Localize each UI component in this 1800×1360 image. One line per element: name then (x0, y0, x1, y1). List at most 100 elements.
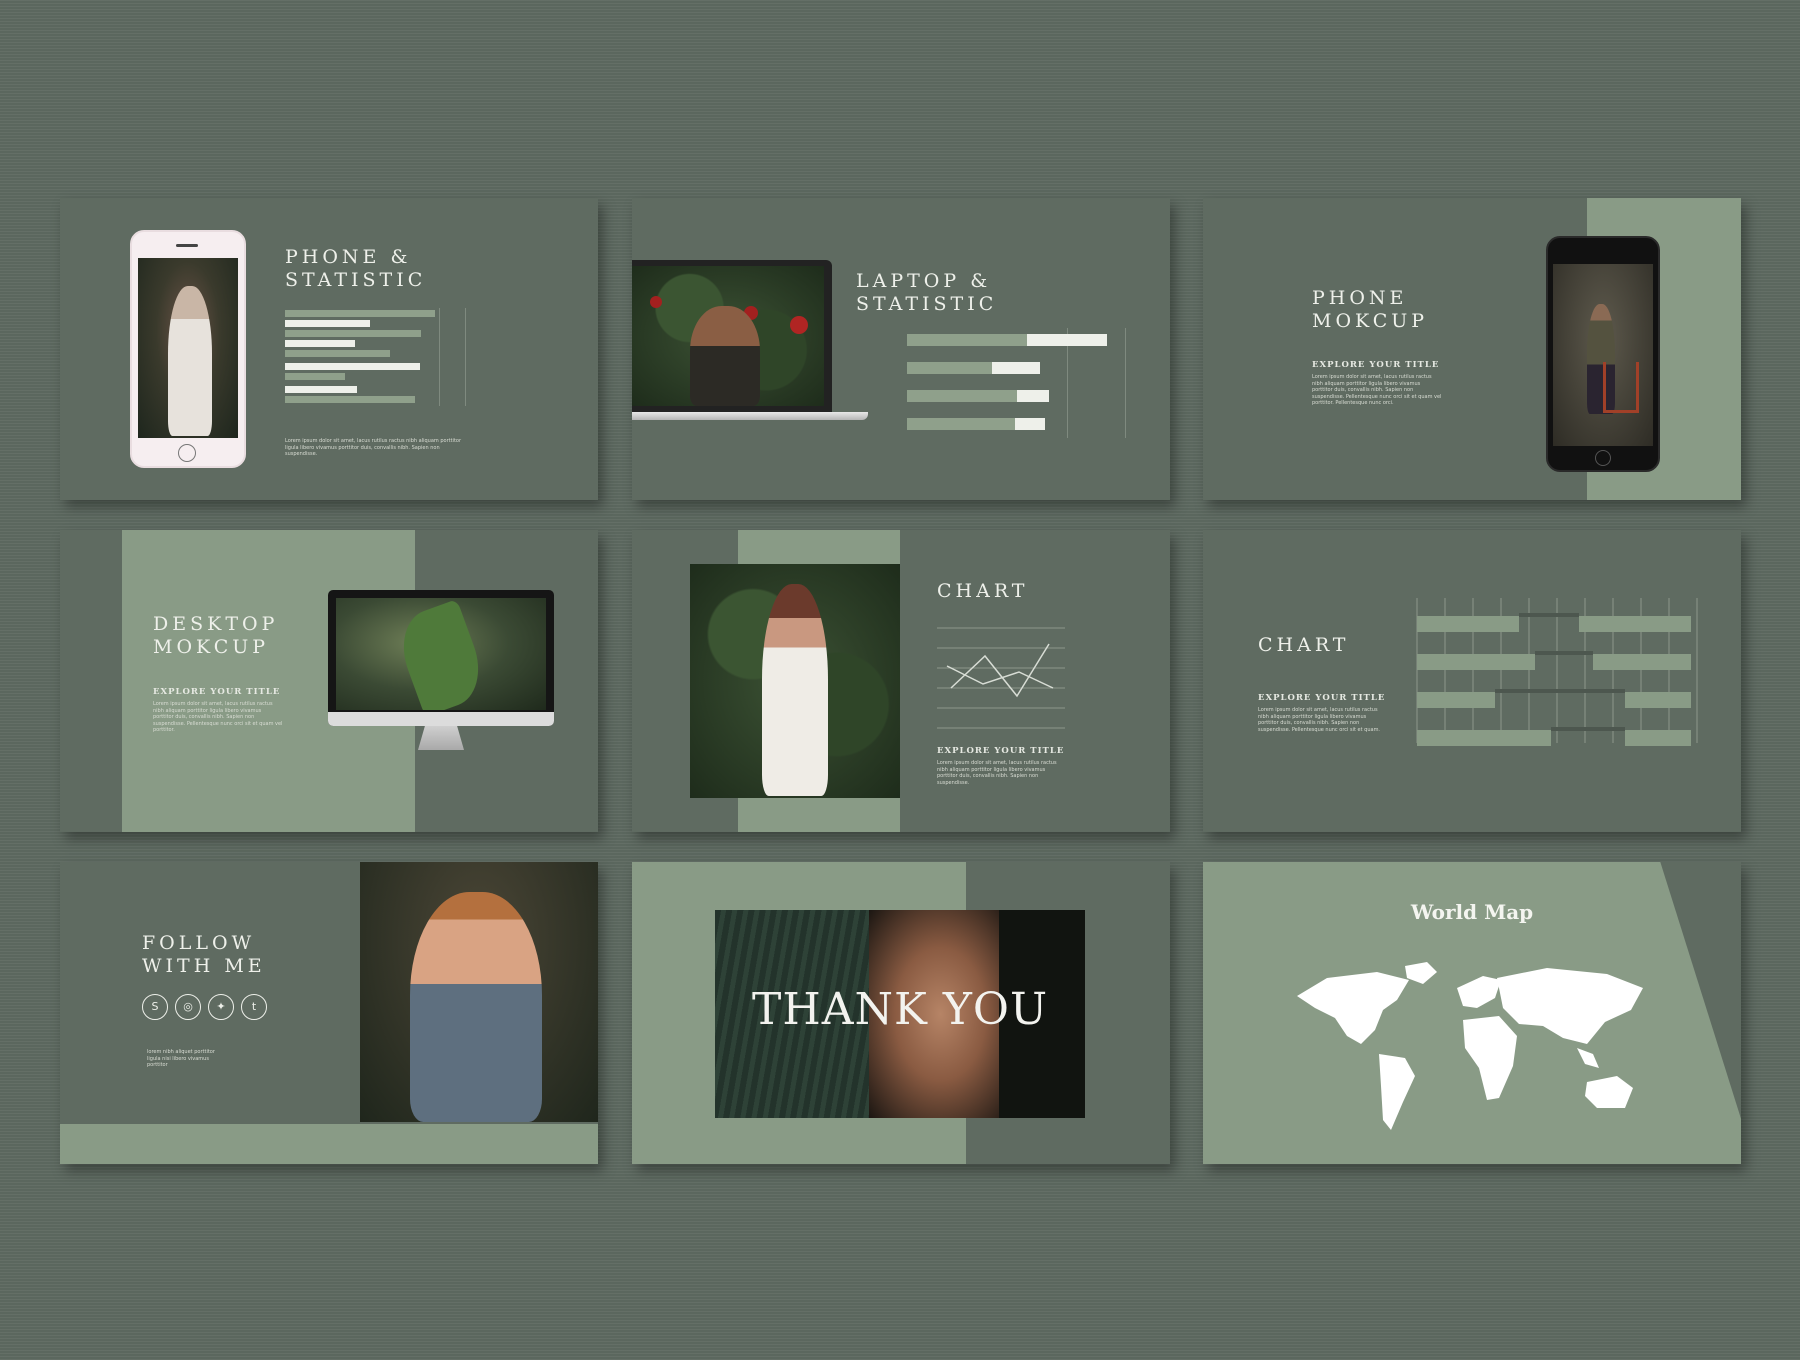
bar (285, 396, 415, 403)
slide-follow[interactable]: FOLLOW WITH ME S ◎ ✦ t lorem nibh alique… (60, 862, 598, 1164)
map-title: World Map (1410, 900, 1534, 924)
slide-title: CHART (1258, 634, 1350, 656)
bar (285, 363, 420, 370)
slide-thank-you[interactable]: THANK YOU (632, 862, 1170, 1164)
instagram-icon[interactable]: ◎ (175, 994, 201, 1020)
slide-title: FOLLOW WITH ME (142, 932, 266, 977)
fern-photo (336, 598, 546, 710)
bar (285, 330, 421, 337)
slide-phone-statistic[interactable]: PHONE & STATISTIC Lorem ipsum dolor sit … (60, 198, 598, 500)
red-chair (1603, 362, 1639, 413)
australia (1585, 1076, 1633, 1108)
woman-smiling-photo (360, 862, 598, 1122)
bar-chart (285, 308, 485, 413)
slide-chart-line[interactable]: CHART EXPLORE YOUR TITLE Lorem ipsum dol… (632, 530, 1170, 832)
red-flower (650, 296, 662, 308)
monitor-chin (328, 712, 554, 726)
grid-line (465, 308, 466, 406)
bar (907, 362, 992, 374)
grid-line (1125, 328, 1126, 438)
bar (1625, 730, 1691, 746)
home-button (1595, 450, 1611, 466)
bar (1417, 692, 1495, 708)
bar (1027, 334, 1107, 346)
bar (1417, 654, 1535, 670)
connector-bar (1519, 613, 1579, 617)
skype-icon[interactable]: S (142, 994, 168, 1020)
phone-mockup-black (1546, 236, 1660, 472)
connector-bar (1495, 689, 1625, 693)
north-america (1297, 972, 1409, 1044)
monitor-screen (328, 590, 554, 726)
slide-phone-mockup[interactable]: PHONE MOKCUP EXPLORE YOUR TITLE Lorem ip… (1203, 198, 1741, 500)
bar (1015, 418, 1045, 430)
slide-title: CHART (937, 580, 1029, 602)
laptop-base (632, 412, 868, 420)
monitor-stand (418, 726, 464, 750)
slide-title: PHONE & STATISTIC (285, 246, 427, 291)
bar (1417, 616, 1519, 632)
slide-laptop-statistic[interactable]: LAPTOP & STATISTIC (632, 198, 1170, 500)
bar (285, 350, 390, 357)
body-text: Lorem ipsum dolor sit amet, lacus rutilu… (1258, 707, 1381, 733)
slide-title: PHONE MOKCUP (1312, 287, 1429, 332)
woman-chair-photo (1553, 264, 1653, 446)
body-text: lorem nibh aliquet porttitor ligula nisi… (147, 1049, 215, 1068)
thank-you-text: THANK YOU (751, 984, 1049, 1035)
tumblr-icon[interactable]: t (241, 994, 267, 1020)
bar (285, 340, 355, 347)
bar (285, 386, 357, 393)
slide-title: DESKTOP MOKCUP (153, 613, 279, 658)
bar (1417, 730, 1551, 746)
bar (285, 320, 370, 327)
bar (1593, 654, 1691, 670)
bar (285, 373, 345, 380)
fern-leaf (391, 599, 491, 710)
connector-bar (1551, 727, 1625, 731)
bar (992, 362, 1040, 374)
stacked-bar-chart (907, 328, 1137, 444)
woman-white-dress-photo (690, 564, 900, 798)
desktop-monitor (328, 590, 554, 766)
subtitle: EXPLORE YOUR TITLE (153, 687, 281, 697)
bar (907, 418, 1015, 430)
body-text: Lorem ipsum dolor sit amet, lacus rutilu… (937, 760, 1057, 786)
greenland (1405, 962, 1437, 984)
subtitle: EXPLORE YOUR TITLE (1258, 693, 1386, 703)
light-block-bottom (738, 798, 900, 832)
connector-bar (1535, 651, 1593, 655)
world-map (1297, 962, 1643, 1130)
southeast-asia (1577, 1048, 1599, 1068)
bar (1625, 692, 1691, 708)
bar (907, 390, 1017, 402)
man-portrait-photo (632, 266, 824, 406)
phone-speaker (176, 244, 198, 247)
light-strip-bottom (60, 1124, 598, 1164)
slide-title: LAPTOP & STATISTIC (856, 270, 998, 315)
slide-desktop-mockup[interactable]: DESKTOP MOKCUP EXPLORE YOUR TITLE Lorem … (60, 530, 598, 832)
south-america (1379, 1054, 1415, 1130)
bride-photo (138, 258, 238, 438)
body-text: Lorem ipsum dolor sit amet, lacus rutilu… (1312, 374, 1442, 406)
grid-line (439, 308, 440, 406)
bar (285, 310, 435, 317)
line-chart (937, 627, 1065, 729)
subtitle: EXPLORE YOUR TITLE (1312, 360, 1440, 370)
body-text: Lorem ipsum dolor sit amet, lacus rutilu… (285, 438, 462, 457)
light-block-top (738, 530, 900, 564)
laptop-screen (632, 260, 832, 412)
bar (1017, 390, 1049, 402)
laptop-mockup (632, 260, 868, 420)
europe (1457, 976, 1501, 1008)
subtitle: EXPLORE YOUR TITLE (937, 746, 1065, 756)
body-text: Lorem ipsum dolor sit amet, lacus rutilu… (153, 701, 283, 733)
slide-chart-bars[interactable]: CHART EXPLORE YOUR TITLE Lorem ipsum dol… (1203, 530, 1741, 832)
bar (1579, 616, 1691, 632)
home-button (178, 444, 196, 462)
asia (1497, 968, 1643, 1044)
red-flower (790, 316, 808, 334)
gantt-chart (1416, 598, 1698, 746)
slide-world-map[interactable]: World Map (1203, 862, 1741, 1164)
twitter-icon[interactable]: ✦ (208, 994, 234, 1020)
bar (907, 334, 1027, 346)
